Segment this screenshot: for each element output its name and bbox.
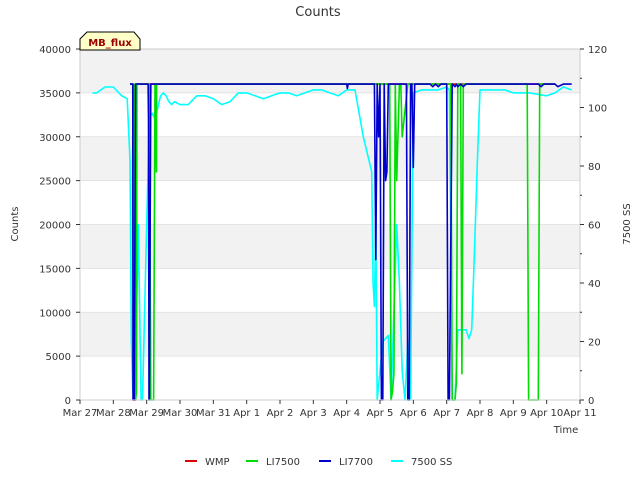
- y-left-axis-ticks: 0 5000 10000 15000 20000 25000 30000 35000 40000: [39, 45, 80, 407]
- x-tick-label: Mar 29: [129, 408, 164, 419]
- x-tick-label: Mar 28: [96, 408, 131, 419]
- y-left-tick-label: 10000: [39, 308, 71, 319]
- y-right-tick-label: 0: [588, 396, 594, 407]
- badge-label: MB_flux: [88, 38, 132, 49]
- legend-label: 7500 SS: [411, 457, 452, 468]
- x-tick-label: Mar 27: [63, 408, 98, 419]
- y-right-axis-label: 7500 SS: [622, 203, 633, 244]
- y-right-tick-label: 100: [588, 104, 607, 115]
- x-axis-ticks: Mar 27Mar 28Mar 29Mar 30Mar 31 Apr 1 Apr 2…: [63, 400, 597, 419]
- legend-label: WMP: [205, 457, 230, 468]
- x-tick-label: Apr 3: [300, 408, 327, 419]
- x-tick-label: Apr 10: [530, 408, 563, 419]
- y-left-tick-label: 40000: [39, 45, 71, 56]
- y-left-tick-label: 20000: [39, 221, 71, 232]
- y-right-tick-label: 20: [588, 338, 601, 349]
- y-left-tick-label: 25000: [39, 177, 71, 188]
- mb-flux-badge: MB_flux: [79, 31, 141, 51]
- legend-item-wmp: WMP: [185, 457, 230, 468]
- chart-title: Counts: [295, 5, 341, 20]
- x-tick-label: Mar 31: [196, 408, 231, 419]
- legend-label: LI7700: [339, 457, 373, 468]
- x-tick-label: Apr 9: [500, 408, 527, 419]
- legend-label: LI7500: [266, 457, 300, 468]
- y-left-axis-label: Counts: [10, 207, 21, 242]
- x-tick-label: Apr 8: [467, 408, 494, 419]
- y-left-tick-label: 30000: [39, 133, 71, 144]
- y-right-tick-label: 60: [588, 221, 601, 232]
- y-left-tick-label: 35000: [39, 89, 71, 100]
- legend: WMP LI7500 LI7700 7500 SS: [185, 457, 452, 468]
- x-tick-label: Apr 1: [233, 408, 260, 419]
- x-tick-label: Apr 5: [367, 408, 394, 419]
- y-right-tick-label: 40: [588, 279, 601, 290]
- x-axis-label: Time: [553, 425, 578, 436]
- legend-item-7500-ss: 7500 SS: [391, 457, 452, 468]
- x-tick-label: Mar 30: [163, 408, 198, 419]
- legend-item-li7500: LI7500: [246, 457, 300, 468]
- y-left-tick-label: 15000: [39, 264, 71, 275]
- x-tick-label: Apr 2: [267, 408, 294, 419]
- counts-chart: Mar 27Mar 28Mar 29Mar 30Mar 31 Apr 1 Apr 2…: [10, 5, 633, 468]
- background-band: [80, 312, 580, 357]
- y-left-tick-label: 0: [65, 396, 71, 407]
- x-tick-label: Apr 4: [333, 408, 360, 419]
- x-tick-label: Apr 6: [400, 408, 427, 419]
- x-tick-label: Apr 11: [563, 408, 596, 419]
- x-tick-label: Apr 7: [433, 408, 460, 419]
- legend-item-li7700: LI7700: [319, 457, 373, 468]
- y-left-tick-label: 5000: [46, 352, 71, 363]
- y-right-axis-ticks: 0 20 40 60 80 100 120: [580, 45, 607, 407]
- y-right-tick-label: 120: [588, 45, 607, 56]
- y-right-tick-label: 80: [588, 162, 601, 173]
